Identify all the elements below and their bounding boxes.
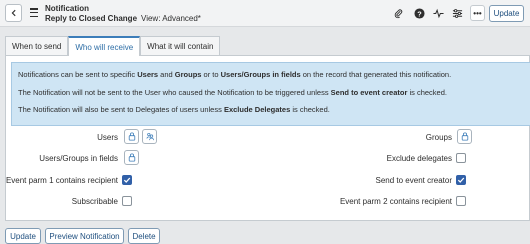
- more-options-button[interactable]: •••: [470, 5, 485, 21]
- delete-button[interactable]: Delete: [128, 228, 160, 244]
- groups-label: Groups: [425, 132, 452, 142]
- view-label: View: Advanced*: [141, 13, 201, 23]
- users-lock-button[interactable]: [124, 129, 139, 144]
- event-parm-1-checkbox[interactable]: [122, 175, 132, 185]
- preview-notification-button[interactable]: Preview Notification: [45, 228, 124, 244]
- settings-sliders-icon[interactable]: [451, 7, 463, 19]
- record-type-title: Notification: [45, 4, 89, 13]
- info-line-2: The Notification will not be sent to the…: [18, 87, 447, 97]
- info-line-3: The Notification will also be sent to De…: [18, 105, 330, 114]
- svg-text:?: ?: [417, 9, 422, 18]
- event-parm-2-checkbox[interactable]: [456, 196, 466, 206]
- users-groups-in-fields-label: Users/Groups in fields: [39, 153, 118, 163]
- tab-when-to-send[interactable]: When to send: [5, 36, 69, 55]
- tab-who-will-receive[interactable]: Who will receive: [68, 36, 141, 56]
- checkmark-icon: [123, 177, 131, 183]
- event-parm-2-label: Event parm 2 contains recipient: [339, 196, 452, 206]
- send-to-event-creator-label: Send to event creator: [375, 175, 453, 185]
- lock-icon: [128, 132, 135, 141]
- group-users-icon: [145, 132, 154, 141]
- users-group-lookup-button[interactable]: [142, 129, 157, 144]
- record-name: Reply to Closed Change: [45, 13, 138, 23]
- send-to-event-creator-checkbox[interactable]: [456, 175, 466, 185]
- subscribable-checkbox[interactable]: [122, 196, 132, 206]
- tab-what-it-will-contain[interactable]: What it will contain: [140, 36, 221, 55]
- checkmark-icon: [457, 177, 465, 183]
- exclude-delegates-checkbox[interactable]: [456, 153, 466, 163]
- lock-icon: [128, 153, 135, 162]
- form-header: Notification Reply to Closed Change View:…: [0, 0, 530, 27]
- paperclip-icon[interactable]: [392, 7, 404, 19]
- info-message: Notifications can be sent to specific Us…: [11, 62, 530, 126]
- event-parm-1-label: Event parm 1 contains recipient: [5, 175, 118, 185]
- subscribable-label: Subscribable: [71, 196, 118, 206]
- form-tabs: When to send Who will receive What it wi…: [5, 36, 221, 56]
- title-block: Notification Reply to Closed Change View:…: [45, 4, 201, 23]
- back-button[interactable]: [5, 4, 22, 22]
- update-button[interactable]: Update: [5, 228, 41, 244]
- activity-pulse-icon[interactable]: [432, 7, 444, 19]
- chevron-left-icon: [11, 9, 16, 17]
- info-line-1: Notifications can be sent to specific Us…: [18, 70, 452, 79]
- users-groups-in-fields-lock-button[interactable]: [124, 150, 139, 165]
- context-menu-icon[interactable]: [30, 8, 38, 17]
- users-label: Users: [97, 132, 118, 142]
- help-icon[interactable]: ?: [413, 7, 425, 19]
- exclude-delegates-label: Exclude delegates: [386, 153, 452, 163]
- lock-icon: [461, 132, 468, 141]
- groups-lock-button[interactable]: [457, 129, 472, 144]
- update-button-header[interactable]: Update: [489, 5, 524, 22]
